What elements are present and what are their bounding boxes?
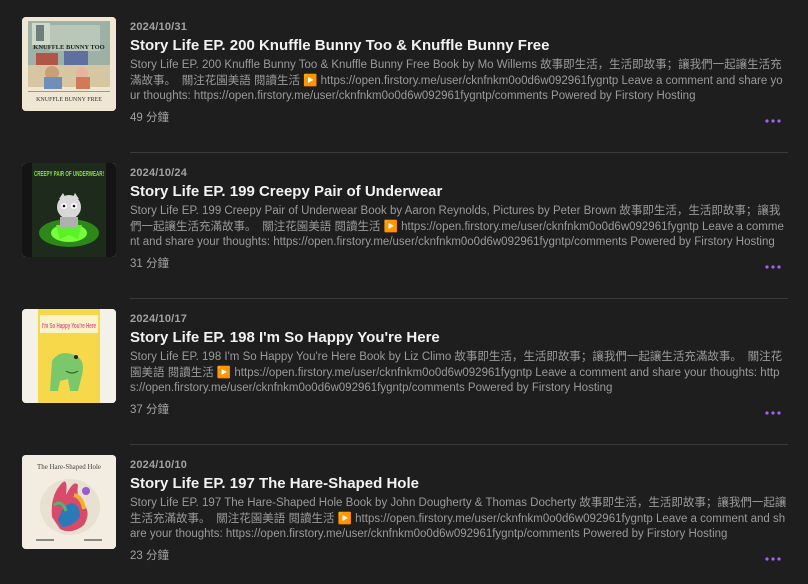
episode-text: 2024/10/17 Story Life EP. 198 I'm So Hap…	[130, 312, 788, 397]
hare-shaped-hole-cover: The Hare-Shaped Hole	[22, 455, 116, 549]
cover-bottom-text: KNUFFLE BUNNY FREE	[36, 97, 102, 103]
episode-title[interactable]: Story Life EP. 199 Creepy Pair of Underw…	[130, 182, 788, 201]
more-options-button[interactable]	[760, 260, 786, 274]
episode-text: 2024/10/10 Story Life EP. 197 The Hare-S…	[130, 458, 788, 543]
episode-text: 2024/10/24 Story Life EP. 199 Creepy Pai…	[130, 166, 788, 251]
more-horizontal-icon	[765, 119, 781, 123]
episode-duration: 49 分鐘	[130, 112, 169, 124]
episode-date: 2024/10/24	[130, 167, 188, 179]
episode-cover-art[interactable]: KNUFFLE BUNNY TOO KNUFFLE BUNNY FREE	[22, 17, 116, 111]
episode-description: Story Life EP. 197 The Hare-Shaped Hole …	[130, 497, 787, 540]
episode-row[interactable]: CREEPY PAIR OF UNDERWEAR! 2024/10/24 Sto…	[0, 146, 808, 299]
knuffle-bunny-cover: KNUFFLE BUNNY TOO KNUFFLE BUNNY FREE	[22, 17, 116, 111]
episode-cover-art[interactable]: The Hare-Shaped Hole	[22, 455, 116, 549]
episode-text: 2024/10/31 Story Life EP. 200 Knuffle Bu…	[130, 20, 788, 105]
episode-row[interactable]: KNUFFLE BUNNY TOO KNUFFLE BUNNY FREE 202…	[0, 0, 808, 153]
episode-description: Story Life EP. 200 Knuffle Bunny Too & K…	[130, 59, 783, 102]
cover-top-text: The Hare-Shaped Hole	[37, 462, 102, 471]
episode-duration: 37 分鐘	[130, 404, 169, 416]
episode-cover-art[interactable]: CREEPY PAIR OF UNDERWEAR!	[22, 163, 116, 257]
episode-description: Story Life EP. 198 I'm So Happy You're H…	[130, 351, 783, 394]
cover-top-text: CREEPY PAIR OF UNDERWEAR!	[34, 169, 104, 178]
cover-top-text: I'm So Happy You're Here	[42, 323, 96, 330]
episode-row[interactable]: I'm So Happy You're Here 2024/10/17 Stor…	[0, 292, 808, 445]
episode-title[interactable]: Story Life EP. 198 I'm So Happy You're H…	[130, 328, 788, 347]
episode-description: Story Life EP. 199 Creepy Pair of Underw…	[130, 205, 784, 248]
episode-row[interactable]: The Hare-Shaped Hole 2024/10/10 Story Li…	[0, 438, 808, 584]
episode-cover-art[interactable]: I'm So Happy You're Here	[22, 309, 116, 403]
episode-date: 2024/10/10	[130, 459, 188, 471]
episode-duration: 23 分鐘	[130, 550, 169, 562]
episode-title[interactable]: Story Life EP. 200 Knuffle Bunny Too & K…	[130, 36, 788, 55]
so-happy-cover: I'm So Happy You're Here	[22, 309, 116, 403]
episode-date: 2024/10/17	[130, 313, 188, 325]
more-horizontal-icon	[765, 411, 781, 415]
episode-date: 2024/10/31	[130, 21, 188, 33]
more-horizontal-icon	[765, 265, 781, 269]
more-options-button[interactable]	[760, 114, 786, 128]
creepy-underwear-cover: CREEPY PAIR OF UNDERWEAR!	[22, 163, 116, 257]
cover-top-text: KNUFFLE BUNNY TOO	[33, 44, 104, 51]
episode-duration: 31 分鐘	[130, 258, 169, 270]
episode-title[interactable]: Story Life EP. 197 The Hare-Shaped Hole	[130, 474, 788, 493]
more-options-button[interactable]	[760, 406, 786, 420]
more-horizontal-icon	[765, 557, 781, 561]
more-options-button[interactable]	[760, 552, 786, 566]
